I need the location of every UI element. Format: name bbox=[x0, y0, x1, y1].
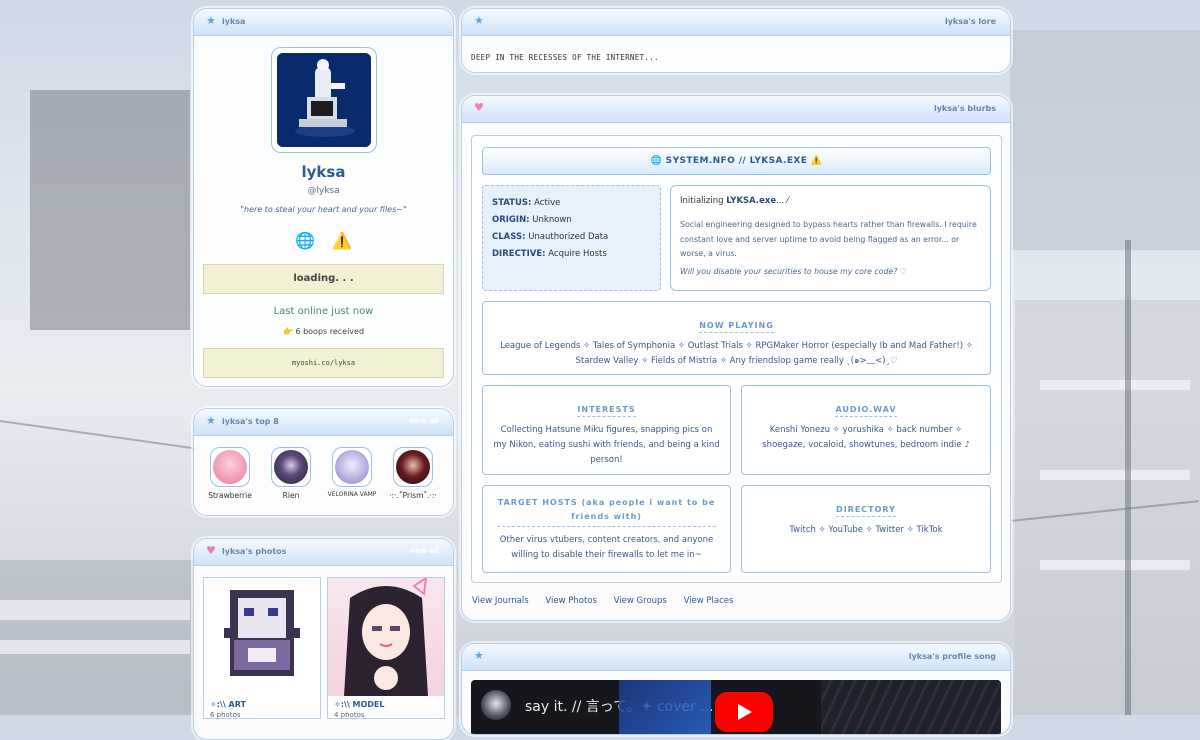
friend-card[interactable]: Strawberrie bbox=[205, 447, 255, 500]
friend-avatar bbox=[271, 447, 311, 487]
friend-name: VELORINA VAMP bbox=[327, 491, 377, 498]
init-box: Initializing LYKSA.exe... ⁄ Social engin… bbox=[670, 185, 991, 291]
blurbs-content: 🌐 SYSTEM.NFO // LYKSA.EXE ⚠️ STATUS: Act… bbox=[471, 135, 1002, 583]
class-line: CLASS: Unauthorized Data bbox=[492, 232, 609, 242]
friend-card[interactable]: VELORINA VAMP bbox=[327, 447, 377, 498]
profile-handle: @lyksa bbox=[307, 186, 340, 196]
profile-header-name: lyksa bbox=[222, 17, 246, 26]
song-header: ★ lyksa's profile song bbox=[462, 644, 1010, 671]
friend-avatar bbox=[210, 447, 250, 487]
lore-title: lyksa's lore bbox=[944, 17, 996, 26]
heart-icon: ♥ bbox=[474, 101, 484, 114]
init-body: Social engineering designed to bypass he… bbox=[680, 220, 977, 258]
top8-header: ★ lyksa's top 8 view all bbox=[194, 409, 453, 436]
view-groups-link[interactable]: View Groups bbox=[614, 596, 667, 606]
star-icon: ★ bbox=[474, 649, 484, 662]
video-art-lines bbox=[821, 680, 1001, 734]
status-box: loading. . . bbox=[203, 264, 444, 294]
star-icon: ★ bbox=[474, 14, 484, 27]
profile-name: lyksa bbox=[301, 163, 346, 181]
directive-line: DIRECTIVE: Acquire Hosts bbox=[492, 249, 607, 259]
friend-name: Strawberrie bbox=[208, 491, 252, 500]
view-links: View Journals View Photos View Groups Vi… bbox=[472, 596, 747, 606]
lore-panel: ★ lyksa's lore DEEP IN THE RECESSES OF T… bbox=[461, 8, 1011, 73]
lore-text: DEEP IN THE RECESSES OF THE INTERNET... bbox=[471, 53, 659, 62]
top8-view-all-link[interactable]: view all bbox=[409, 417, 439, 425]
friend-avatar bbox=[393, 447, 433, 487]
blurbs-panel: ♥ lyksa's blurbs 🌐 SYSTEM.NFO // LYKSA.E… bbox=[461, 95, 1011, 621]
album-label: ✧:\\ ART bbox=[210, 700, 246, 709]
profile-header: ★ lyksa bbox=[194, 9, 453, 36]
avatar-image bbox=[277, 53, 371, 147]
friend-name: ·:·.˚Prism˚.·:· bbox=[389, 491, 437, 500]
warning-icon[interactable]: ⚠️ bbox=[332, 231, 352, 250]
origin-line: ORIGIN: Unknown bbox=[492, 215, 572, 225]
computer-figure-icon bbox=[277, 53, 371, 147]
album-model-thumbnail bbox=[328, 575, 444, 696]
friend-card[interactable]: Rien bbox=[266, 447, 316, 500]
star-icon: ★ bbox=[206, 14, 216, 27]
video-thumbnail-art bbox=[619, 680, 711, 734]
card-body: Collecting Hatsune Miku figures, snappin… bbox=[493, 425, 720, 465]
card-body: League of Legends ✧ Tales of Symphonia ✧… bbox=[500, 341, 973, 366]
view-journals-link[interactable]: View Journals bbox=[472, 596, 529, 606]
album-art-thumbnail bbox=[204, 578, 320, 696]
photos-panel: ♥ lyksa's photos view all ✧:\\ ART 6 pho… bbox=[193, 538, 454, 740]
friend-avatar bbox=[332, 447, 372, 487]
interests-card: INTERESTS Collecting Hatsune Miku figure… bbox=[482, 385, 731, 475]
album-count: 6 photos bbox=[210, 711, 241, 719]
directory-links[interactable]: Twitch ✧ YouTube ✧ Twitter ✧ TikTok bbox=[742, 523, 990, 538]
blurbs-title: lyksa's blurbs bbox=[933, 104, 996, 113]
audio-card: AUDIO.WAV Kenshi Yonezu ✧ yorushika ✧ ba… bbox=[741, 385, 991, 475]
heart-icon: ♥ bbox=[206, 544, 216, 557]
view-places-link[interactable]: View Places bbox=[684, 596, 734, 606]
last-online: Last online just now bbox=[273, 306, 374, 317]
system-header-bar: 🌐 SYSTEM.NFO // LYKSA.EXE ⚠️ bbox=[482, 147, 991, 175]
friend-card[interactable]: ·:·.˚Prism˚.·:· bbox=[388, 447, 438, 500]
card-body: Kenshi Yonezu ✧ yorushika ✧ back number … bbox=[762, 425, 970, 450]
channel-avatar bbox=[481, 690, 511, 720]
photos-header: ♥ lyksa's photos view all bbox=[194, 539, 453, 566]
star-icon: ★ bbox=[206, 414, 216, 427]
globe-icon[interactable]: 🌐 bbox=[295, 231, 315, 250]
profile-url[interactable]: myoshi.co/lyksa bbox=[203, 348, 444, 378]
profile-song-panel: ★ lyksa's profile song say it. // 言って。✦ … bbox=[461, 643, 1011, 735]
card-title: TARGET HOSTS (aka people i want to be fr… bbox=[497, 496, 716, 527]
photo-album[interactable]: ✧:\\ MODEL 4 photos bbox=[327, 575, 445, 719]
directory-card: DIRECTORY Twitch ✧ YouTube ✧ Twitter ✧ T… bbox=[741, 485, 991, 573]
friend-name: Rien bbox=[282, 491, 300, 500]
album-label: ✧:\\ MODEL bbox=[334, 700, 385, 709]
status-line: STATUS: Active bbox=[492, 198, 561, 208]
photo-album[interactable]: ✧:\\ ART 6 photos bbox=[203, 577, 321, 719]
lore-header: ★ lyksa's lore bbox=[462, 9, 1010, 36]
play-button[interactable] bbox=[715, 692, 773, 732]
boops-count[interactable]: 👉 6 boops received bbox=[194, 327, 453, 336]
card-title: NOW PLAYING bbox=[699, 321, 774, 333]
song-title: lyksa's profile song bbox=[908, 652, 996, 661]
avatar[interactable] bbox=[271, 47, 377, 153]
youtube-video-embed[interactable]: say it. // 言って。✦ cover ... EXE bbox=[471, 680, 1001, 734]
top8-panel: ★ lyksa's top 8 view all Strawberrie Rie… bbox=[193, 408, 454, 516]
play-icon bbox=[738, 704, 752, 720]
profile-icons: 🌐 ⚠️ bbox=[194, 231, 453, 250]
photos-title: lyksa's photos bbox=[222, 547, 287, 556]
view-photos-link[interactable]: View Photos bbox=[545, 596, 597, 606]
card-body: Other virus vtubers, content creators, a… bbox=[499, 535, 714, 560]
profile-quote: "here to steal your heart and your files… bbox=[240, 205, 407, 214]
card-title: DIRECTORY bbox=[836, 505, 896, 517]
photos-view-all-link[interactable]: view all bbox=[409, 547, 439, 555]
card-title: INTERESTS bbox=[577, 405, 636, 417]
init-question: Will you disable your securities to hous… bbox=[680, 267, 907, 276]
target-hosts-card: TARGET HOSTS (aka people i want to be fr… bbox=[482, 485, 731, 573]
init-line: Initializing LYKSA.exe... ⁄ bbox=[680, 196, 789, 206]
card-title: AUDIO.WAV bbox=[835, 405, 897, 417]
status-box: STATUS: Active ORIGIN: Unknown CLASS: Un… bbox=[482, 185, 661, 291]
now-playing-card: NOW PLAYING League of Legends ✧ Tales of… bbox=[482, 301, 991, 375]
top8-title: lyksa's top 8 bbox=[222, 417, 279, 426]
album-count: 4 photos bbox=[334, 711, 365, 719]
blurbs-header: ♥ lyksa's blurbs bbox=[462, 96, 1010, 123]
profile-panel: ★ lyksa lyksa @lyksa "here to steal your… bbox=[193, 8, 454, 387]
